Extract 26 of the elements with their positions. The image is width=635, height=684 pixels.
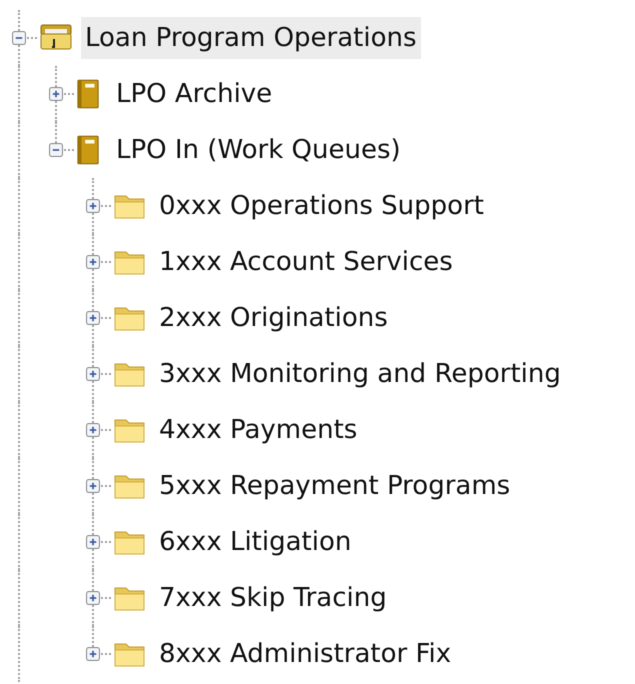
collapse-icon[interactable] bbox=[49, 143, 63, 157]
expand-icon[interactable] bbox=[86, 255, 100, 269]
tree-item[interactable]: LPO In (Work Queues) bbox=[112, 129, 405, 171]
expand-icon[interactable] bbox=[86, 647, 100, 661]
collapse-icon[interactable] bbox=[12, 31, 26, 45]
expand-icon[interactable] bbox=[86, 311, 100, 325]
tree-item[interactable]: 4xxx Payments bbox=[155, 409, 362, 451]
tree-item[interactable]: 8xxx Administrator Fix bbox=[155, 633, 456, 675]
tree-item[interactable]: 5xxx Repayment Programs bbox=[155, 465, 514, 507]
tree-item[interactable]: 2xxx Originations bbox=[155, 297, 392, 339]
tree-item[interactable]: 0xxx Operations Support bbox=[155, 185, 488, 227]
expand-icon[interactable] bbox=[86, 479, 100, 493]
expand-icon[interactable] bbox=[49, 87, 63, 101]
expand-icon[interactable] bbox=[86, 591, 100, 605]
expand-icon[interactable] bbox=[86, 199, 100, 213]
tree-item[interactable]: 6xxx Litigation bbox=[155, 521, 356, 563]
binder-icon bbox=[76, 134, 100, 166]
tree-item[interactable]: 7xxx Skip Tracing bbox=[155, 577, 391, 619]
tree-item[interactable]: 3xxx Monitoring and Reporting bbox=[155, 353, 565, 395]
tree-item[interactable]: Loan Program Operations bbox=[81, 17, 421, 59]
tree-item[interactable]: 1xxx Account Services bbox=[155, 241, 457, 283]
expand-icon[interactable] bbox=[86, 423, 100, 437]
binder-icon bbox=[76, 78, 100, 110]
expand-icon[interactable] bbox=[86, 367, 100, 381]
tree-item[interactable]: LPO Archive bbox=[112, 73, 276, 115]
expand-icon[interactable] bbox=[86, 535, 100, 549]
